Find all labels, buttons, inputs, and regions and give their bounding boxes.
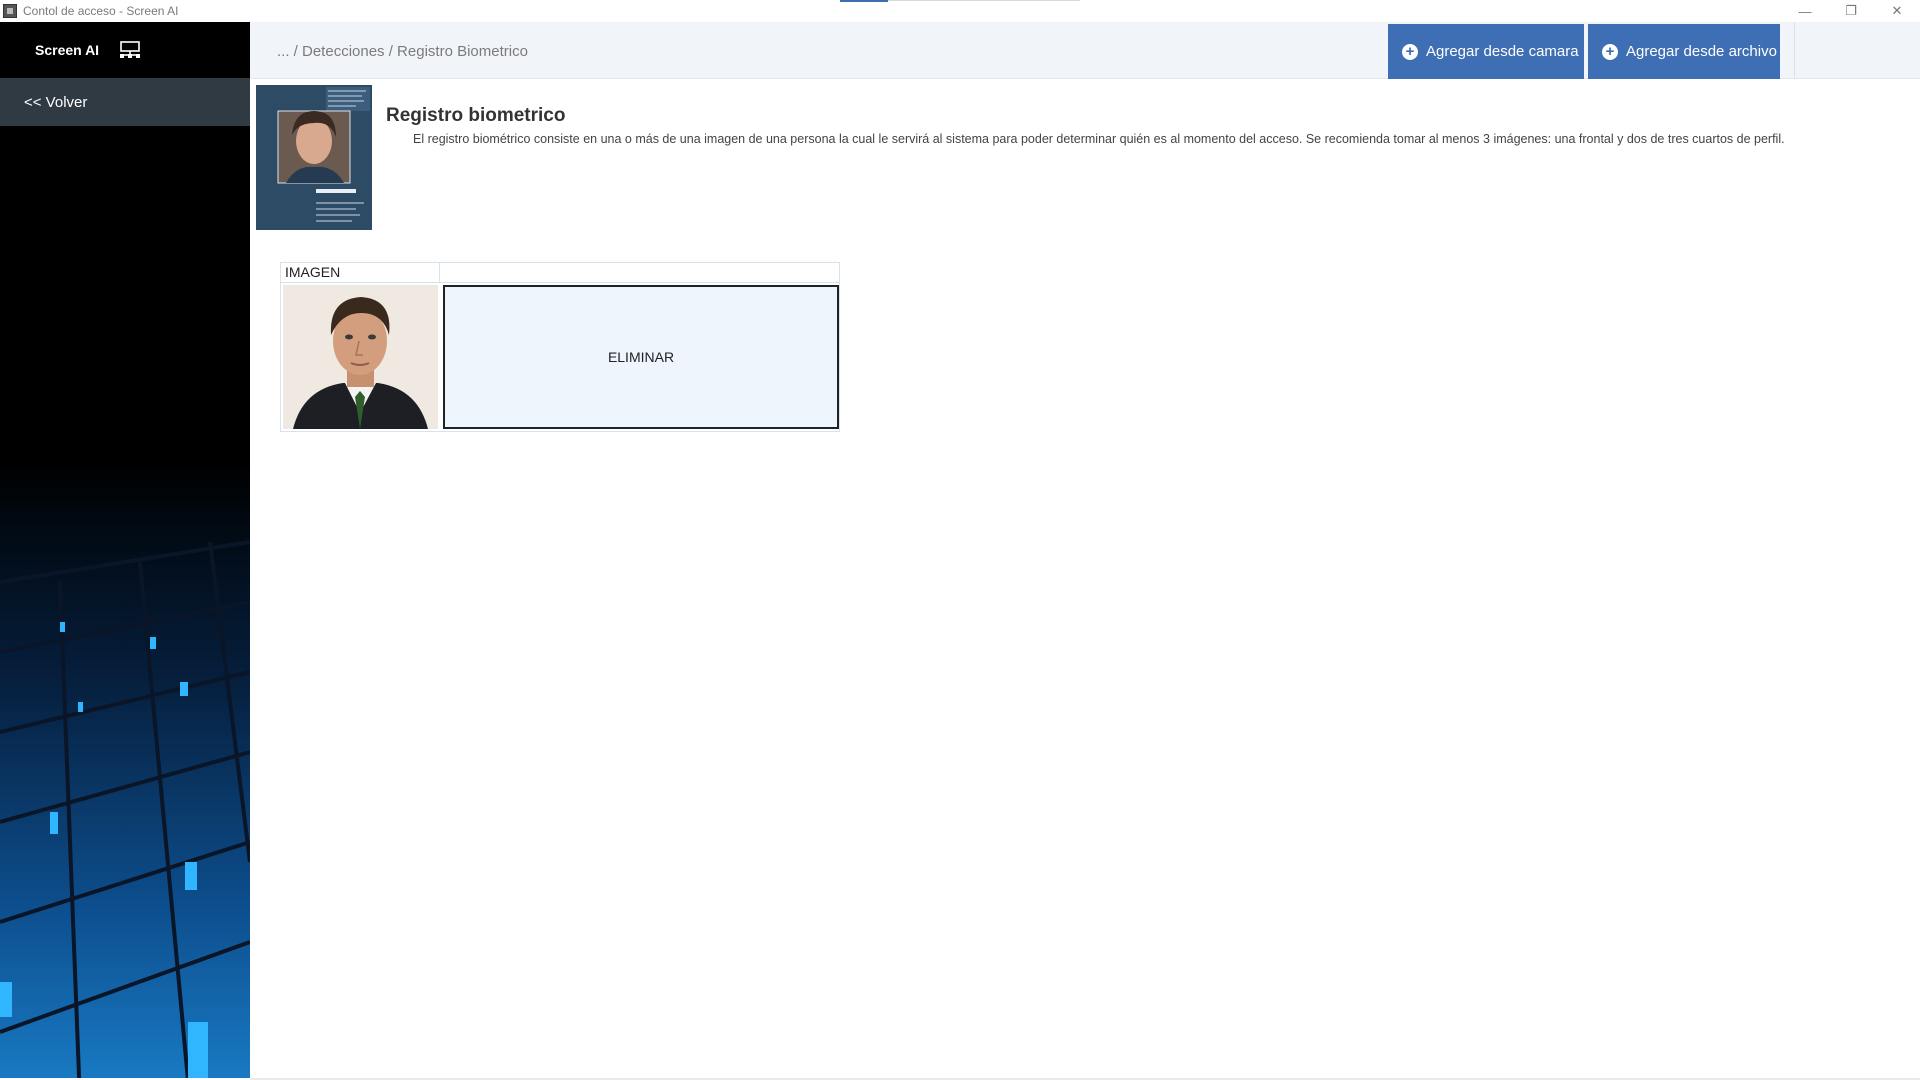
table-row: ELIMINAR	[281, 283, 839, 431]
add-from-camera-label: Agregar desde camara	[1426, 43, 1579, 60]
add-from-file-button[interactable]: + Agregar desde archivo	[1588, 24, 1780, 79]
plus-circle-icon: +	[1402, 43, 1418, 60]
brand: Screen AI	[0, 22, 250, 78]
top-header: ... / Detecciones / Registro Biometrico …	[250, 22, 1920, 79]
header-divider	[1794, 22, 1795, 79]
plus-circle-icon: +	[1602, 43, 1618, 60]
column-header-actions	[440, 263, 839, 282]
biometric-images-table: IMAGEN ELIMINAR	[280, 262, 840, 432]
minimize-button[interactable]: —	[1782, 0, 1828, 22]
restore-button[interactable]: ❐	[1828, 0, 1874, 22]
page-description: El registro biométrico consiste en una o…	[413, 132, 1785, 146]
biometric-illustration	[256, 85, 372, 230]
add-from-file-label: Agregar desde archivo	[1626, 43, 1777, 60]
column-header-image: IMAGEN	[281, 263, 440, 282]
window-controls: — ❐ ✕	[1782, 0, 1920, 22]
window-titlebar: Contol de acceso - Screen AI — ❐ ✕	[0, 0, 1920, 22]
titlebar-accent	[840, 0, 888, 2]
brand-name: Screen AI	[35, 42, 100, 58]
table-header: IMAGEN	[281, 263, 839, 283]
main-content: Registro biometrico El registro biométri…	[250, 80, 1920, 1078]
breadcrumb: ... / Detecciones / Registro Biometrico	[277, 43, 528, 60]
window-title: Contol de acceso - Screen AI	[23, 4, 179, 18]
app-icon	[3, 4, 17, 18]
sidebar: Screen AI << Volver	[0, 22, 250, 1078]
face-photo	[283, 285, 438, 429]
back-button[interactable]: << Volver	[0, 78, 250, 126]
titlebar-divider	[888, 0, 1080, 1]
page-title: Registro biometrico	[386, 105, 566, 126]
add-from-camera-button[interactable]: + Agregar desde camara	[1388, 24, 1584, 79]
sidebar-background-art	[0, 462, 250, 1078]
close-button[interactable]: ✕	[1874, 0, 1920, 22]
monitor-network-icon	[120, 41, 141, 58]
delete-image-button[interactable]: ELIMINAR	[443, 285, 839, 429]
